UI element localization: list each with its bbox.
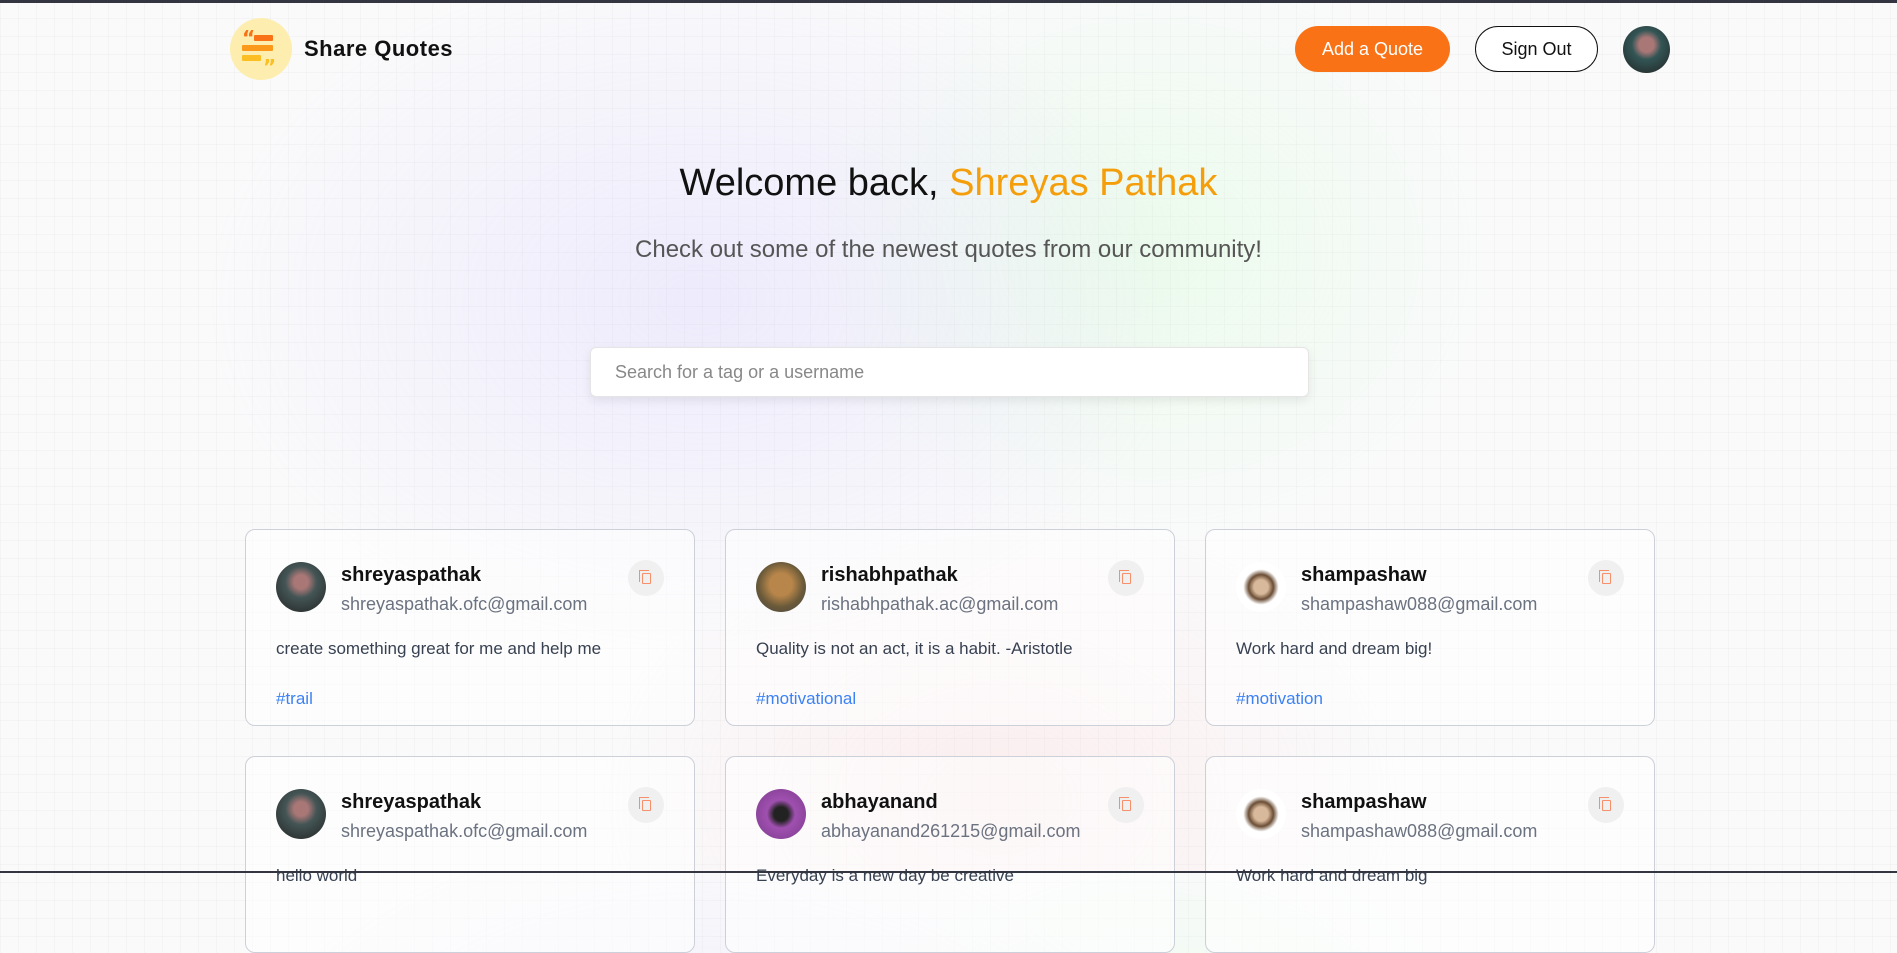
user-avatar[interactable] — [1623, 26, 1670, 73]
quote-text: Work hard and dream big! — [1236, 639, 1433, 658]
author-email: shreyaspathak.ofc@gmail.com — [341, 821, 588, 841]
logo-link[interactable]: “” Share Quotes — [230, 18, 453, 80]
add-quote-button[interactable]: Add a Quote — [1295, 26, 1450, 72]
quote-card: shampashaw shampashaw088@gmail.com Work h… — [1205, 756, 1655, 953]
quote-text: Everyday is a new day be creative — [756, 866, 1014, 885]
author-username[interactable]: abhayanand — [821, 791, 1080, 814]
author-email: shreyaspathak.ofc@gmail.com — [341, 594, 588, 614]
quote-tag[interactable]: #motivational — [756, 689, 856, 709]
author-avatar[interactable] — [276, 789, 326, 839]
copy-button[interactable] — [628, 787, 664, 823]
author-email: abhayanand261215@gmail.com — [821, 821, 1081, 841]
quote-tag[interactable]: #motivation — [1236, 689, 1323, 709]
quote-text: Quality is not an act, it is a habit. -A… — [756, 639, 1073, 658]
copy-icon — [1118, 796, 1131, 811]
copy-icon — [1598, 569, 1611, 584]
quote-card: shampashaw shampashaw088@gmail.com Work h… — [1205, 529, 1655, 726]
quote-logo-icon: “” — [230, 18, 292, 80]
quote-text: create something great for me and help m… — [276, 639, 602, 658]
author-username[interactable]: shampashaw — [1301, 791, 1537, 814]
author-email: shampashaw088@gmail.com — [1301, 594, 1538, 614]
copy-icon — [638, 796, 651, 811]
copy-button[interactable] — [1108, 560, 1144, 596]
author-email: shampashaw088@gmail.com — [1301, 821, 1538, 841]
author-email: rishabhpathak.ac@gmail.com — [821, 594, 1059, 614]
author-avatar[interactable] — [756, 562, 806, 612]
author-username[interactable]: shreyaspathak — [341, 564, 587, 587]
copy-button[interactable] — [1108, 787, 1144, 823]
user-name: Shreyas Pathak — [949, 162, 1218, 204]
quote-text: Work hard and dream big — [1236, 866, 1428, 885]
copy-button[interactable] — [628, 560, 664, 596]
svg-text:”: ” — [263, 55, 276, 79]
page-subtitle: Check out some of the newest quotes from… — [635, 236, 1262, 263]
quote-tag[interactable]: #trail — [276, 689, 313, 709]
greeting-text: Welcome back, — [679, 162, 950, 204]
quote-card: rishabhpathak rishabhpathak.ac@gmail.com … — [725, 529, 1175, 726]
quote-card: shreyaspathak shreyaspathak.ofc@gmail.com… — [245, 756, 695, 953]
quote-card: shreyaspathak shreyaspathak.ofc@gmail.com… — [245, 529, 695, 726]
window-top-bar — [0, 0, 1897, 3]
copy-button[interactable] — [1588, 787, 1624, 823]
author-avatar[interactable] — [756, 789, 806, 839]
brand-name: Share Quotes — [304, 36, 454, 61]
author-username[interactable]: shampashaw — [1301, 564, 1537, 587]
author-avatar[interactable] — [1236, 562, 1286, 612]
quote-card: abhayanand abhayanand261215@gmail.com Eve… — [725, 756, 1175, 953]
copy-icon — [1598, 796, 1611, 811]
author-avatar[interactable] — [1236, 789, 1286, 839]
page-title: Welcome back, Shreyas Pathak — [0, 162, 1897, 205]
sign-out-button[interactable]: Sign Out — [1475, 26, 1598, 72]
copy-icon — [1118, 569, 1131, 584]
search-input[interactable] — [590, 347, 1309, 397]
author-username[interactable]: shreyaspathak — [341, 791, 587, 814]
copy-icon — [638, 569, 651, 584]
quote-text: hello world — [276, 866, 358, 885]
author-username[interactable]: rishabhpathak — [821, 564, 1058, 587]
author-avatar[interactable] — [276, 562, 326, 612]
copy-button[interactable] — [1588, 560, 1624, 596]
